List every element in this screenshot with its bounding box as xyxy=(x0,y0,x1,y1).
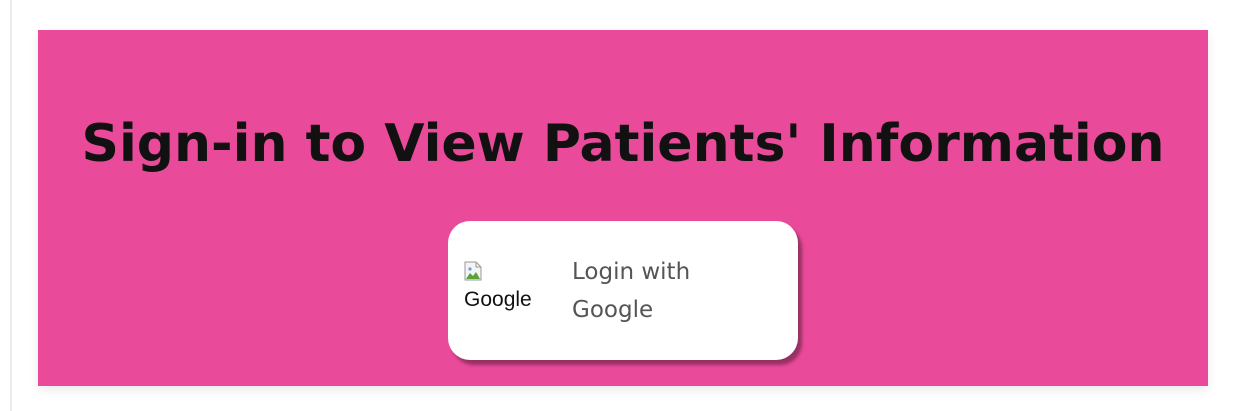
page: Sign-in to View Patients' Information Go… xyxy=(0,0,1233,411)
login-label-line-1: Login with xyxy=(572,259,691,285)
login-label-line-2: Google xyxy=(572,297,654,323)
login-button-label: Login with Google xyxy=(572,253,772,329)
left-divider xyxy=(10,0,12,411)
page-title: Sign-in to View Patients' Information xyxy=(81,114,1165,174)
sign-in-banner: Sign-in to View Patients' Information Go… xyxy=(38,30,1208,386)
login-with-google-button[interactable]: Google Login with Google xyxy=(448,221,798,360)
broken-image-icon xyxy=(464,261,482,281)
google-image-alt-text: Google xyxy=(464,288,532,311)
google-logo-image: Google xyxy=(464,261,550,321)
